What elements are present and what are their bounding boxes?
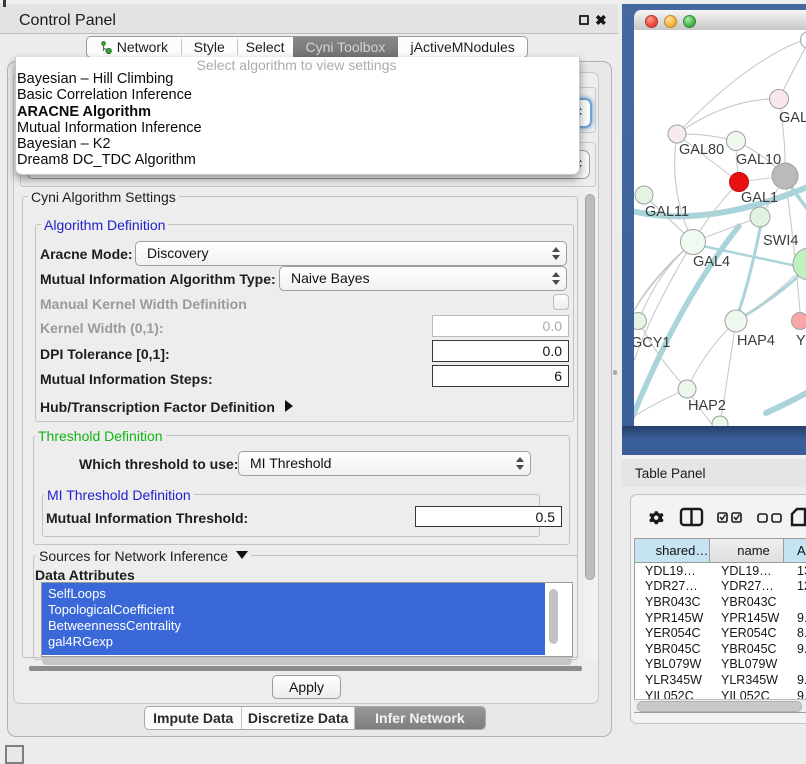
- svg-text:Y: Y: [796, 333, 806, 349]
- svg-text:GAL7: GAL7: [779, 110, 806, 126]
- svg-text:GAL11: GAL11: [645, 204, 689, 220]
- svg-text:GAL4: GAL4: [693, 254, 730, 270]
- svg-text:HAP2: HAP2: [688, 398, 726, 414]
- svg-text:GAL10: GAL10: [736, 152, 781, 168]
- svg-text:SWI4: SWI4: [763, 233, 798, 249]
- svg-text:HAP4: HAP4: [737, 333, 775, 349]
- svg-text:GAL80: GAL80: [679, 142, 724, 158]
- svg-text:GAL1: GAL1: [741, 190, 778, 206]
- svg-text:GCY1: GCY1: [634, 335, 671, 351]
